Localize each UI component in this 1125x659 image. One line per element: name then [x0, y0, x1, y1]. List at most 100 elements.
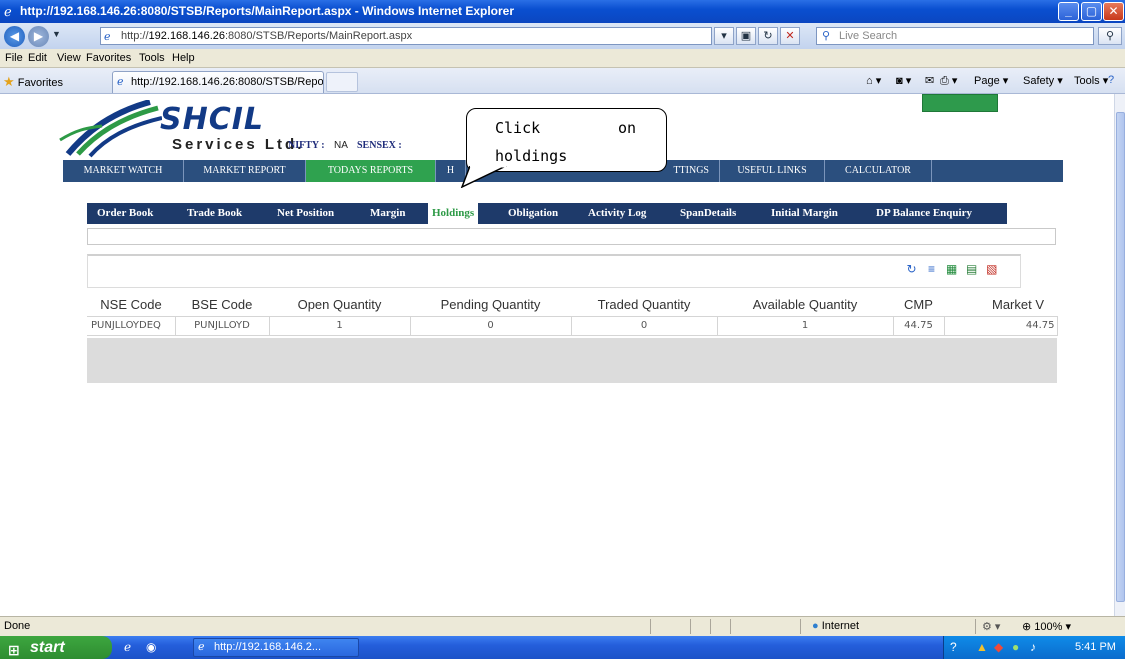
tray-network-icon[interactable]: ▲	[976, 640, 988, 654]
scrollbar-thumb[interactable]	[1116, 112, 1125, 602]
windows-flag-icon: ⊞	[8, 642, 20, 658]
col-bse-code[interactable]: BSE Code	[175, 294, 269, 316]
subnav-holdings[interactable]: Holdings	[428, 203, 479, 224]
cell-available-quantity: 1	[717, 315, 894, 336]
col-available-quantity[interactable]: Available Quantity	[717, 294, 893, 316]
feeds-icon[interactable]: ◙ ▾	[896, 74, 911, 87]
tray-messenger-icon[interactable]: ●	[1012, 640, 1019, 654]
search-button[interactable]: ⚲	[1098, 27, 1122, 45]
menu-view[interactable]: View	[57, 52, 81, 64]
export-tools: ↻ ≡ ▦ ▤ ▧	[904, 262, 1001, 278]
safety-menu-button[interactable]: Safety ▾	[1023, 74, 1063, 87]
taskbar-ie-window[interactable]: ℯ http://192.168.146.2...	[193, 638, 359, 657]
page-menu-button[interactable]: Page ▾	[974, 74, 1008, 87]
page-ie-icon: ℯ	[104, 31, 111, 43]
excel-export-icon[interactable]: ▦	[944, 262, 959, 276]
pdf-export-icon[interactable]: ▧	[984, 262, 999, 276]
col-open-quantity[interactable]: Open Quantity	[269, 294, 410, 316]
nav-useful-links[interactable]: USEFUL LINKS	[720, 160, 825, 182]
csv-export-icon[interactable]: ▤	[964, 262, 979, 276]
system-tray: ? ▲ ◆ ● ♪ 5:41 PM	[943, 636, 1125, 659]
table-row[interactable]: PUNJLLOYDEQ PUNJLLOYD 1 0 0 1 44.75 44.7…	[87, 315, 1058, 336]
search-icon: ⚲	[822, 30, 831, 42]
status-badge	[922, 94, 998, 112]
nav-todays-reports[interactable]: TODAYS REPORTS	[306, 160, 436, 182]
recent-pages-chevron-icon[interactable]: ▼	[52, 29, 61, 39]
col-pending-quantity[interactable]: Pending Quantity	[410, 294, 571, 316]
favorites-label: Favorites	[17, 77, 63, 89]
subnav-margin[interactable]: Margin	[370, 203, 405, 224]
col-nse-code[interactable]: NSE Code	[87, 294, 175, 316]
col-market-value[interactable]: Market V	[944, 294, 1057, 316]
address-dropdown-button[interactable]: ▾	[714, 27, 734, 45]
cell-pending-quantity: 0	[410, 315, 572, 336]
sensex-label: SENSEX :	[357, 140, 402, 151]
menu-edit[interactable]: Edit	[28, 52, 47, 64]
search-input[interactable]: ⚲ Live Search	[816, 27, 1094, 45]
new-tab-button[interactable]	[326, 72, 358, 92]
address-input[interactable]: ℯ http://192.168.146.26:8080/STSB/Report…	[100, 27, 712, 45]
refresh-icon[interactable]: ↻	[758, 27, 778, 45]
back-button[interactable]: ◀	[4, 26, 25, 47]
subnav-net-position[interactable]: Net Position	[277, 203, 334, 224]
protected-mode-icon[interactable]: ⚙ ▾	[982, 620, 1000, 633]
status-divider	[800, 619, 801, 634]
subnav-initial-margin[interactable]: Initial Margin	[771, 203, 838, 224]
zoom-value: 100%	[1034, 621, 1063, 633]
url-path: :8080/STSB/Reports/MainReport.aspx	[225, 30, 413, 42]
start-button[interactable]: ⊞ start	[0, 636, 112, 659]
cell-nse-code: PUNJLLOYDEQ	[87, 315, 176, 336]
menu-tools[interactable]: Tools	[139, 52, 165, 64]
cell-cmp: 44.75	[893, 315, 945, 336]
windows-taskbar: ⊞ start ℯ ◉ ℯ http://192.168.146.2... ? …	[0, 636, 1125, 659]
nifty-value: NA	[334, 140, 348, 151]
ie-window: ℯ http://192.168.146.26:8080/STSB/Report…	[0, 0, 1125, 659]
compatibility-icon[interactable]: ▣	[736, 27, 756, 45]
security-zone[interactable]: ● Internet	[812, 620, 859, 632]
zone-label: Internet	[821, 620, 860, 632]
browser-tab[interactable]: ℯ http://192.168.146.26:8080/STSB/Report…	[112, 71, 324, 93]
callout-word-holdings: holdings	[495, 147, 568, 165]
status-divider	[690, 619, 691, 634]
minimize-button[interactable]: _	[1058, 2, 1079, 21]
tray-help-icon[interactable]: ?	[950, 640, 957, 654]
refresh-grid-icon[interactable]: ↻	[904, 262, 919, 276]
zoom-level[interactable]: ⊕ 100% ▾	[1022, 620, 1071, 633]
subnav-obligation[interactable]: Obligation	[508, 203, 558, 224]
ie-logo-icon: ℯ	[4, 4, 12, 19]
nav-market-watch[interactable]: MARKET WATCH	[63, 160, 184, 182]
star-icon: ★	[3, 74, 15, 89]
tray-volume-icon[interactable]: ♪	[1030, 640, 1036, 654]
tray-app-icon[interactable]: ◆	[994, 640, 1003, 654]
close-button[interactable]: ✕	[1103, 2, 1124, 21]
status-divider	[710, 619, 711, 634]
callout-word-click: Click	[495, 119, 541, 137]
subnav-dp-balance-enquiry[interactable]: DP Balance Enquiry	[876, 203, 972, 224]
nav-market-report[interactable]: MARKET REPORT	[184, 160, 306, 182]
menu-help[interactable]: Help	[172, 52, 195, 64]
menu-file[interactable]: File	[5, 52, 23, 64]
menu-favorites[interactable]: Favorites	[86, 52, 131, 64]
subnav-trade-book[interactable]: Trade Book	[187, 203, 242, 224]
print-icon[interactable]: ⎙ ▾	[940, 74, 957, 88]
nifty-label: NIFTY :	[288, 140, 325, 151]
home-icon[interactable]: ⌂ ▾	[866, 74, 881, 87]
subnav-order-book[interactable]: Order Book	[97, 203, 153, 224]
clock: 5:41 PM	[1075, 641, 1116, 653]
tools-menu-button[interactable]: Tools ▾	[1074, 74, 1108, 87]
subnav-activity-log[interactable]: Activity Log	[588, 203, 646, 224]
help-icon[interactable]: ?	[1108, 74, 1114, 86]
col-traded-quantity[interactable]: Traded Quantity	[571, 294, 717, 316]
nav-calculator[interactable]: CALCULATOR	[825, 160, 932, 182]
mail-icon[interactable]: ✉	[925, 74, 934, 87]
quicklaunch-desktop-icon[interactable]: ◉	[146, 640, 156, 654]
forward-button[interactable]: ▶	[28, 26, 49, 47]
print-grid-icon[interactable]: ≡	[924, 262, 939, 276]
favorites-button[interactable]: ★ Favorites	[3, 74, 63, 90]
quicklaunch-ie-icon[interactable]: ℯ	[124, 640, 131, 654]
vertical-scrollbar[interactable]	[1114, 94, 1125, 616]
maximize-button[interactable]: ▢	[1081, 2, 1102, 21]
stop-icon[interactable]: ✕	[780, 27, 800, 45]
subnav-span-details[interactable]: SpanDetails	[680, 203, 736, 224]
col-cmp[interactable]: CMP	[893, 294, 944, 316]
